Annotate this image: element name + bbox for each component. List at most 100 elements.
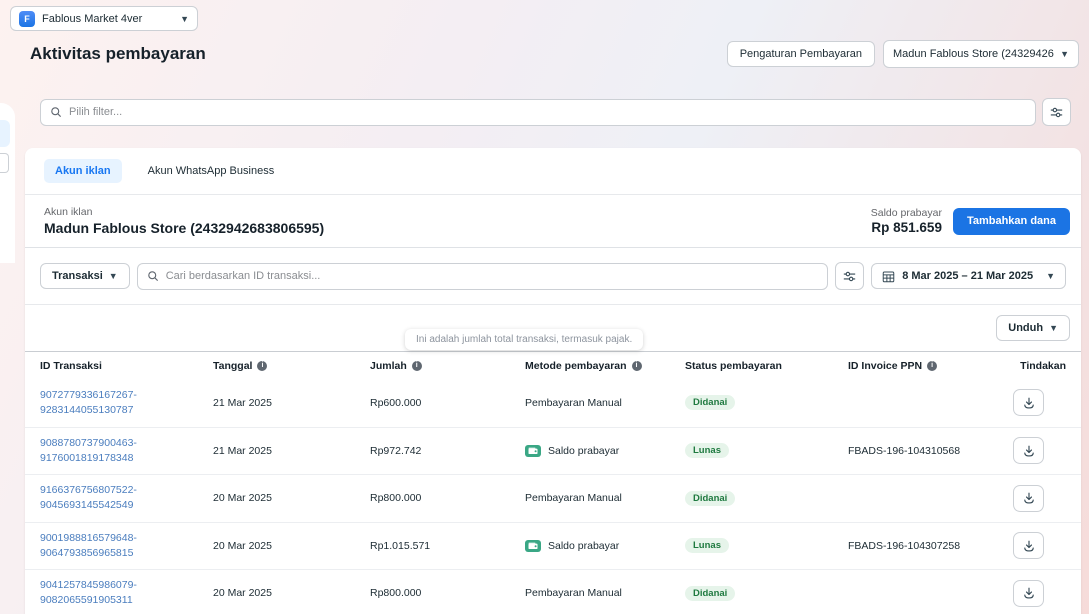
sliders-icon — [1050, 106, 1063, 119]
table-row: 9088780737900463-9176001819178348 21 Mar… — [25, 427, 1081, 475]
payment-method-label: Saldo prabayar — [548, 540, 619, 552]
column-header: Status pembayaran — [685, 360, 848, 372]
transaction-date: 20 Mar 2025 — [213, 540, 370, 552]
tab-akun-iklan[interactable]: Akun iklan — [44, 159, 122, 183]
transaction-amount: Rp600.000 — [370, 397, 525, 409]
column-header: Jumlahi — [370, 360, 525, 372]
transaction-amount: Rp800.000 — [370, 492, 525, 504]
chevron-down-icon: ▼ — [1046, 271, 1055, 281]
date-range-picker[interactable]: 8 Mar 2025 – 21 Mar 2025 ▼ — [871, 263, 1066, 289]
table-row: 9001988816579648-9064793856965815 20 Mar… — [25, 522, 1081, 570]
business-avatar: F — [19, 11, 35, 27]
download-button[interactable]: Unduh ▼ — [996, 315, 1070, 341]
chevron-down-icon: ▼ — [180, 14, 189, 24]
search-icon — [147, 270, 159, 282]
column-header: ID Invoice PPNi — [848, 360, 1013, 372]
download-icon — [1022, 396, 1036, 410]
transaction-id-link[interactable]: 9041257845986079-9082065591905311 — [40, 579, 137, 606]
transaction-date: 20 Mar 2025 — [213, 492, 370, 504]
download-receipt-button[interactable] — [1013, 437, 1044, 464]
transaction-amount: Rp1.015.571 — [370, 540, 525, 552]
transaction-search-input[interactable] — [166, 270, 819, 282]
account-type-label: Akun iklan — [44, 206, 324, 218]
column-header: Metode pembayarani — [525, 360, 685, 372]
account-name: Madun Fablous Store (2432942683806595) — [44, 220, 324, 236]
transaction-amount: Rp972.742 — [370, 445, 525, 457]
transaction-filter-button[interactable] — [835, 262, 864, 290]
transaction-date: 20 Mar 2025 — [213, 587, 370, 599]
download-receipt-button[interactable] — [1013, 389, 1044, 416]
balance-value: Rp 851.659 — [871, 220, 942, 235]
payment-method-label: Pembayaran Manual — [525, 492, 622, 504]
status-badge: Lunas — [685, 538, 729, 553]
status-badge: Lunas — [685, 443, 729, 458]
invoice-id: FBADS-196-104310568 — [848, 445, 1013, 457]
payment-activity-card: Akun iklan Akun WhatsApp Business Akun i… — [25, 148, 1081, 614]
filter-search-box[interactable] — [40, 99, 1036, 126]
status-badge: Didanai — [685, 395, 735, 410]
sidebar-collapse-button[interactable] — [0, 153, 9, 173]
payment-method-label: Pembayaran Manual — [525, 397, 622, 409]
table-header-row: ID TransaksiTanggaliJumlahiMetode pembay… — [25, 352, 1081, 379]
global-filter-bar — [40, 98, 1071, 126]
date-range-label: 8 Mar 2025 – 21 Mar 2025 — [902, 270, 1033, 282]
download-icon — [1022, 491, 1036, 505]
table-row: 9166376756807522-9045693145542549 20 Mar… — [25, 474, 1081, 522]
payment-method-label: Pembayaran Manual — [525, 587, 622, 599]
filter-search-input[interactable] — [69, 106, 1026, 118]
account-selector-label: Madun Fablous Store (2432942683806... — [893, 48, 1054, 60]
sliders-icon — [843, 270, 856, 283]
status-badge: Didanai — [685, 491, 735, 506]
chevron-down-icon: ▼ — [1060, 49, 1069, 59]
search-icon — [50, 106, 62, 118]
info-icon[interactable]: i — [412, 361, 422, 371]
account-type-tabs: Akun iklan Akun WhatsApp Business — [25, 148, 1081, 195]
page-title: Aktivitas pembayaran — [30, 44, 206, 64]
account-selector-dropdown[interactable]: Madun Fablous Store (2432942683806... ▼ — [883, 40, 1079, 68]
transaction-id-link[interactable]: 9166376756807522-9045693145542549 — [40, 484, 137, 511]
download-icon — [1022, 444, 1036, 458]
transaction-date: 21 Mar 2025 — [213, 397, 370, 409]
table-row: 9041257845986079-9082065591905311 20 Mar… — [25, 569, 1081, 614]
chevron-down-icon: ▼ — [109, 271, 118, 281]
filter-adjust-button[interactable] — [1042, 98, 1071, 126]
transaction-search-box[interactable] — [137, 263, 829, 290]
column-header: Tanggali — [213, 360, 370, 372]
header-actions: Pengaturan Pembayaran Madun Fablous Stor… — [727, 40, 1079, 68]
wallet-icon — [525, 540, 541, 552]
amount-tooltip: Ini adalah jumlah total transaksi, terma… — [405, 329, 643, 350]
transaction-date: 21 Mar 2025 — [213, 445, 370, 457]
transaction-id-link[interactable]: 9001988816579648-9064793856965815 — [40, 532, 137, 559]
business-selector-dropdown[interactable]: F Fablous Market 4ver ▼ — [10, 6, 198, 31]
transaction-id-link[interactable]: 9088780737900463-9176001819178348 — [40, 437, 137, 464]
transaction-id-link[interactable]: 9072779336167267-9283144055130787 — [40, 389, 137, 416]
transaction-controls: Transaksi ▼ 8 Mar 2025 – 21 Mar 2025 ▼ — [25, 248, 1081, 305]
balance-label: Saldo prabayar — [871, 207, 942, 219]
info-icon[interactable]: i — [632, 361, 642, 371]
table-body: 9072779336167267-9283144055130787 21 Mar… — [25, 379, 1081, 614]
sidebar-active-item[interactable] — [0, 120, 10, 147]
download-receipt-button[interactable] — [1013, 532, 1044, 559]
chevron-down-icon: ▼ — [1049, 323, 1058, 333]
column-header: Tindakan — [1013, 360, 1066, 372]
wallet-icon — [525, 445, 541, 457]
add-funds-button[interactable]: Tambahkan dana — [953, 208, 1070, 235]
transaction-type-dropdown[interactable]: Transaksi ▼ — [40, 263, 130, 289]
payment-settings-button[interactable]: Pengaturan Pembayaran — [727, 41, 875, 67]
invoice-id: FBADS-196-104307258 — [848, 540, 1013, 552]
account-summary: Akun iklan Madun Fablous Store (24329426… — [25, 195, 1081, 248]
table-row: 9072779336167267-9283144055130787 21 Mar… — [25, 379, 1081, 427]
column-header: ID Transaksi — [40, 360, 213, 372]
transaction-amount: Rp800.000 — [370, 587, 525, 599]
tab-akun-whatsapp-business[interactable]: Akun WhatsApp Business — [148, 159, 275, 183]
payment-method-label: Saldo prabayar — [548, 445, 619, 457]
download-icon — [1022, 586, 1036, 600]
info-icon[interactable]: i — [927, 361, 937, 371]
info-icon[interactable]: i — [257, 361, 267, 371]
calendar-icon — [882, 270, 895, 283]
download-icon — [1022, 539, 1036, 553]
status-badge: Didanai — [685, 586, 735, 601]
download-receipt-button[interactable] — [1013, 580, 1044, 607]
download-receipt-button[interactable] — [1013, 485, 1044, 512]
business-name: Fablous Market 4ver — [42, 13, 174, 25]
